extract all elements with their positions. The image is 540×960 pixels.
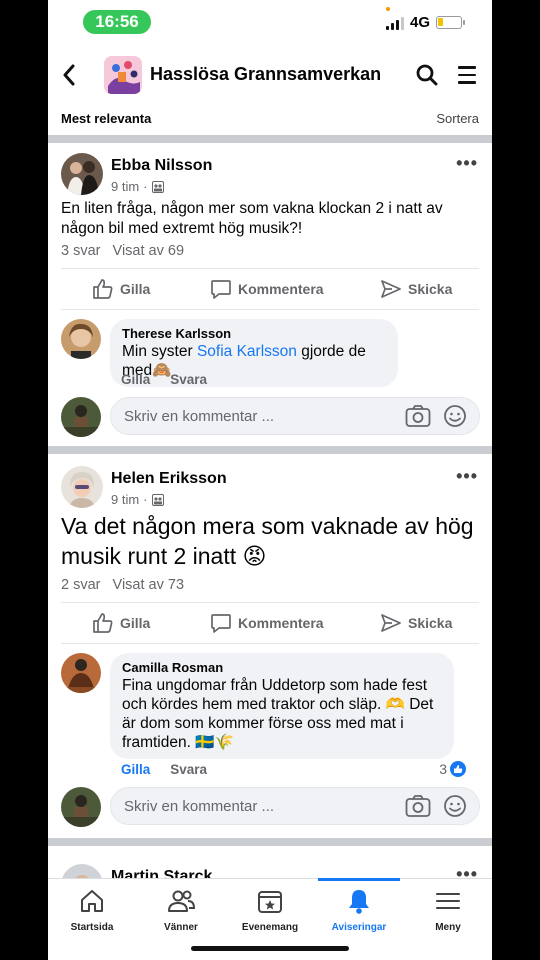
post-card: Helen Eriksson 9 tim · ••• Va det någon … bbox=[48, 454, 492, 838]
comment-placeholder: Skriv en kommentar ... bbox=[124, 798, 275, 815]
send-icon bbox=[381, 614, 401, 632]
tab-events[interactable]: Evenemang bbox=[226, 887, 314, 933]
mic-indicator bbox=[386, 7, 390, 11]
comment-actions: Gilla Svara bbox=[121, 372, 207, 387]
comment-author[interactable]: Camilla Rosman bbox=[122, 660, 442, 675]
section-divider bbox=[48, 838, 492, 846]
network-type: 4G bbox=[409, 14, 430, 31]
thumbs-up-icon bbox=[93, 613, 113, 633]
meta-separator: · bbox=[143, 179, 148, 194]
post-stats: 2 svar Visat av 73 bbox=[61, 577, 184, 593]
comment-input[interactable]: Skriv en kommentar ... bbox=[110, 787, 480, 825]
hamburger-icon bbox=[436, 893, 460, 909]
camera-icon[interactable] bbox=[405, 794, 431, 823]
app-screen: 16:56 4G Hasslösa Grannsamverkan Mest re… bbox=[48, 0, 492, 960]
avatar[interactable] bbox=[61, 466, 103, 508]
home-icon bbox=[81, 890, 103, 912]
status-indicators: 4G bbox=[385, 14, 465, 31]
comment-reply-button[interactable]: Svara bbox=[170, 762, 207, 777]
comment-input[interactable]: Skriv en kommentar ... bbox=[110, 397, 480, 435]
post-stats: 3 svar Visat av 69 bbox=[61, 243, 184, 259]
emoji-icon[interactable] bbox=[443, 794, 467, 823]
send-icon bbox=[381, 280, 401, 298]
emoji-icon[interactable] bbox=[443, 404, 467, 433]
avatar[interactable] bbox=[61, 319, 101, 359]
group-logo[interactable] bbox=[104, 56, 142, 94]
more-options-icon[interactable]: ••• bbox=[456, 466, 478, 487]
comment-icon bbox=[211, 280, 231, 299]
post-time: 9 tim bbox=[111, 179, 140, 194]
reply-count[interactable]: 3 svar bbox=[61, 243, 101, 259]
my-avatar bbox=[61, 787, 101, 827]
like-reaction-icon bbox=[450, 761, 466, 777]
signal-icon bbox=[385, 16, 404, 30]
thumbs-up-icon bbox=[93, 279, 113, 299]
comment-actions: Gilla Svara bbox=[121, 762, 207, 777]
comment-bubble[interactable]: Camilla Rosman Fina ungdomar från Uddeto… bbox=[110, 653, 454, 759]
comment-like-count: 3 bbox=[439, 761, 447, 777]
post-actions: Gilla Kommentera Skicka bbox=[48, 269, 492, 309]
battery-icon bbox=[436, 16, 465, 29]
comment-author[interactable]: Therese Karlsson bbox=[122, 326, 386, 341]
comment-button[interactable]: Kommentera bbox=[210, 603, 324, 643]
view-count: Visat av 69 bbox=[112, 243, 185, 259]
tab-menu[interactable]: Meny bbox=[404, 887, 492, 933]
sort-bar: Mest relevanta Sortera bbox=[48, 104, 492, 134]
section-divider bbox=[48, 135, 492, 143]
search-icon[interactable] bbox=[416, 64, 438, 91]
group-title[interactable]: Hasslösa Grannsamverkan bbox=[150, 64, 381, 85]
post-author[interactable]: Ebba Nilsson bbox=[111, 157, 212, 175]
my-avatar bbox=[61, 397, 101, 437]
share-button[interactable]: Skicka bbox=[380, 603, 452, 643]
like-button[interactable]: Gilla bbox=[92, 269, 150, 309]
active-tab-indicator bbox=[318, 878, 400, 881]
friends-icon bbox=[168, 890, 196, 912]
post-time: 9 tim bbox=[111, 492, 140, 507]
tab-home[interactable]: Startsida bbox=[48, 887, 136, 933]
post-card: Ebba Nilsson 9 tim · ••• En liten fråga,… bbox=[48, 143, 492, 446]
mention-link[interactable]: Sofia Karlsson bbox=[197, 343, 297, 360]
tab-friends[interactable]: Vänner bbox=[137, 887, 225, 933]
post-author[interactable]: Helen Eriksson bbox=[111, 470, 227, 488]
share-button[interactable]: Skicka bbox=[380, 269, 452, 309]
calendar-star-icon bbox=[258, 891, 282, 913]
avatar[interactable] bbox=[61, 153, 103, 195]
menu-icon[interactable] bbox=[458, 66, 476, 89]
section-divider bbox=[48, 446, 492, 454]
group-audience-icon bbox=[151, 493, 164, 506]
avatar[interactable] bbox=[61, 653, 101, 693]
like-button[interactable]: Gilla bbox=[92, 603, 150, 643]
comment-icon bbox=[211, 614, 231, 633]
comment-reactions[interactable]: 3 bbox=[439, 761, 466, 777]
comment-like-button[interactable]: Gilla bbox=[121, 762, 150, 777]
status-bar: 16:56 4G bbox=[48, 0, 492, 46]
divider bbox=[61, 643, 479, 644]
status-time: 16:56 bbox=[83, 10, 151, 34]
camera-icon[interactable] bbox=[405, 404, 431, 433]
reply-count[interactable]: 2 svar bbox=[61, 577, 101, 593]
comment-like-button[interactable]: Gilla bbox=[121, 372, 150, 387]
back-icon[interactable] bbox=[62, 62, 76, 93]
home-indicator bbox=[191, 946, 349, 951]
group-header: Hasslösa Grannsamverkan bbox=[48, 52, 492, 100]
post-actions: Gilla Kommentera Skicka bbox=[48, 603, 492, 643]
view-count: Visat av 73 bbox=[112, 577, 185, 593]
sort-current: Mest relevanta bbox=[61, 111, 152, 126]
tab-notifications[interactable]: Aviseringar bbox=[315, 887, 403, 933]
group-audience-icon bbox=[151, 180, 164, 193]
post-meta: 9 tim · bbox=[111, 492, 164, 507]
comment-button[interactable]: Kommentera bbox=[210, 269, 324, 309]
comment-placeholder: Skriv en kommentar ... bbox=[124, 408, 275, 425]
meta-separator: · bbox=[143, 492, 148, 507]
post-meta: 9 tim · bbox=[111, 179, 164, 194]
post-text: En liten fråga, någon mer som vakna kloc… bbox=[61, 200, 443, 237]
bell-icon bbox=[349, 890, 369, 914]
sort-button[interactable]: Sortera bbox=[436, 111, 479, 126]
post-text: Va det någon mera som vaknade av hög mus… bbox=[61, 513, 474, 569]
comment-reply-button[interactable]: Svara bbox=[170, 372, 207, 387]
more-options-icon[interactable]: ••• bbox=[456, 153, 478, 174]
comment-text: Fina ungdomar från Uddetorp som hade fes… bbox=[122, 677, 434, 751]
divider bbox=[61, 309, 479, 310]
